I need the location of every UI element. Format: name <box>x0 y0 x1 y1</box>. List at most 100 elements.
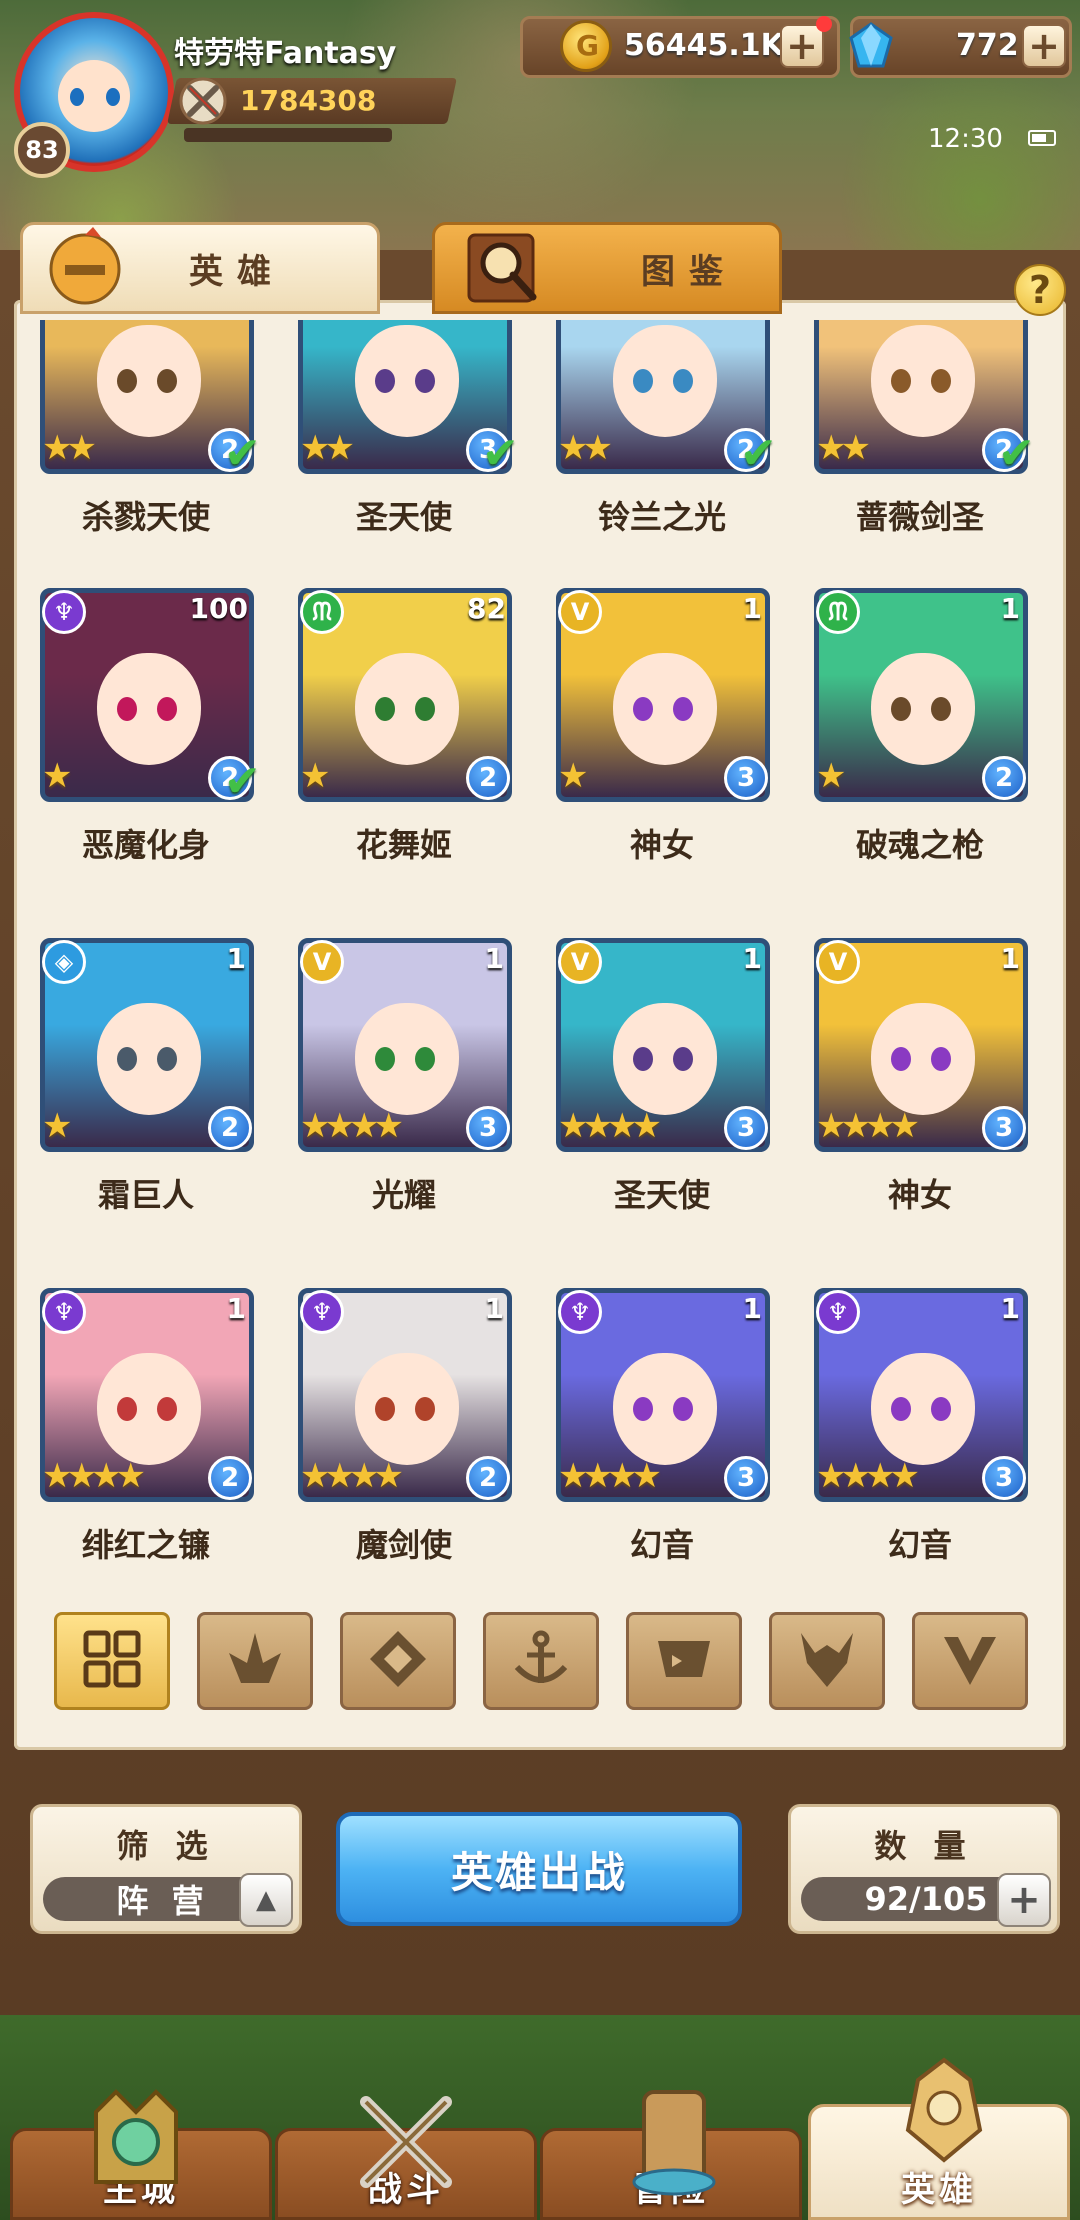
hero-card[interactable]: ♆ 1 ★★★★ 2 魔剑使 <box>288 1288 512 1564</box>
star-rating: ★★ <box>816 428 871 468</box>
hero-name: 圣天使 <box>355 498 452 536</box>
filter-nature[interactable] <box>197 1612 313 1710</box>
power-value: 1784308 <box>240 84 377 117</box>
star-rating: ★★★★ <box>300 1106 404 1146</box>
star-rating: ★ <box>300 756 331 796</box>
star-rating: ★ <box>42 756 73 796</box>
hero-card[interactable]: ★★ 2 ✔ 铃兰之光 <box>546 320 777 536</box>
hero-level: 1 <box>1000 942 1020 975</box>
player-level-badge: 83 <box>14 122 70 178</box>
hero-name: 花舞姬 <box>355 826 452 864</box>
hero-level: 1 <box>226 1292 246 1325</box>
rank-badge: 3 <box>724 1456 768 1500</box>
star-rating: ★★★★ <box>816 1106 920 1146</box>
rank-badge: 3 <box>724 756 768 800</box>
hero-card[interactable]: V 1 ★ 3 神女 <box>546 588 770 864</box>
knight-helmet-icon <box>49 227 121 305</box>
demon-faction-icon: ♆ <box>816 1290 860 1334</box>
rank-badge: 3 <box>982 1456 1026 1500</box>
ice-icon <box>366 1627 430 1695</box>
help-icon[interactable]: ? <box>1014 264 1066 316</box>
anchor-icon <box>509 1627 573 1695</box>
hero-level: 1 <box>484 1292 504 1325</box>
star-rating: ★★ <box>300 428 355 468</box>
checkmark-icon: ✔ <box>224 756 261 807</box>
hero-name: 绯红之镰 <box>81 1526 210 1564</box>
hero-grid: ★★ 2 ✔ 杀戮天使 ★★ 3 ✔ 圣天使 ★★ 2 ✔ 铃兰之光 ★★ 2 … <box>30 320 1070 1580</box>
power-track <box>184 128 392 142</box>
nature-icon <box>223 1627 287 1695</box>
scroll-map-icon <box>632 2090 716 2196</box>
hero-card[interactable]: ★★ 2 ✔ 杀戮天使 <box>30 320 261 536</box>
hero-card[interactable]: ♆ 1 ★★★★ 3 幻音 <box>546 1288 770 1564</box>
hero-level: 1 <box>742 942 762 975</box>
hero-card[interactable]: ♆ 100 ★ 2 ✔ 恶魔化身 <box>30 588 261 864</box>
gem-amount: 772 <box>956 28 1019 63</box>
star-rating: ★ <box>816 756 847 796</box>
hero-card[interactable]: V 1 ★★★★ 3 神女 <box>804 938 1028 1214</box>
expand-capacity-button[interactable]: + <box>997 1873 1051 1927</box>
add-gems-button[interactable]: + <box>1022 24 1066 68</box>
hero-level: 1 <box>226 942 246 975</box>
checkmark-icon: ✔ <box>740 428 777 479</box>
hero-level: 1 <box>1000 1292 1020 1325</box>
hero-card[interactable]: ♆ 1 ★★★★ 3 幻音 <box>804 1288 1028 1564</box>
star-rating: ★ <box>42 1106 73 1146</box>
hero-card[interactable]: V 1 ★★★★ 3 圣天使 <box>546 938 770 1214</box>
deploy-heroes-button[interactable]: 英雄出战 <box>336 1812 742 1926</box>
filter-title: 筛 选 <box>116 1827 216 1865</box>
demon-faction-icon: ♆ <box>42 1290 86 1334</box>
filter-toggle-button[interactable]: ▲ <box>239 1873 293 1927</box>
checkmark-icon: ✔ <box>482 428 519 479</box>
demon-faction-icon: ♆ <box>42 590 86 634</box>
star-rating: ★★★★ <box>300 1456 404 1496</box>
hero-card[interactable]: ᙏ 82 ★ 2 花舞姬 <box>288 588 512 864</box>
tab-codex-label: 图鉴 <box>641 251 737 292</box>
demon-icon <box>795 1627 859 1695</box>
hero-card[interactable]: ♆ 1 ★★★★ 2 绯红之镰 <box>30 1288 254 1564</box>
filter-demon[interactable] <box>769 1612 885 1710</box>
hero-card[interactable]: ★★ 2 ✔ 蔷薇剑圣 <box>804 320 1035 536</box>
filter-ice[interactable] <box>340 1612 456 1710</box>
rank-badge: 2 <box>982 756 1026 800</box>
battery-icon <box>1028 130 1056 146</box>
star-rating: ★★★★ <box>558 1106 662 1146</box>
gold-coin-icon <box>560 20 612 72</box>
tab-heroes[interactable]: 英雄 <box>20 222 380 314</box>
light-icon <box>938 1627 1002 1695</box>
hero-card[interactable]: V 1 ★★★★ 3 光耀 <box>288 938 512 1214</box>
checkmark-icon: ✔ <box>224 428 261 479</box>
hero-card[interactable]: ᙏ 1 ★ 2 破魂之枪 <box>804 588 1028 864</box>
rank-badge: 2 <box>208 1106 252 1150</box>
hero-helmet-nav-icon <box>905 2057 983 2163</box>
gold-amount: 56445.1K <box>624 28 784 63</box>
hero-level: 82 <box>467 592 506 625</box>
light-faction-icon: V <box>300 940 344 984</box>
hero-name: 幻音 <box>887 1526 952 1564</box>
filter-anchor[interactable] <box>483 1612 599 1710</box>
hero-name: 霜巨人 <box>97 1176 194 1214</box>
all-icon <box>80 1627 144 1695</box>
beast-faction-icon: ᙏ <box>300 590 344 634</box>
hero-level: 1 <box>484 942 504 975</box>
hero-card[interactable]: ★★ 3 ✔ 圣天使 <box>288 320 519 536</box>
tab-codex[interactable]: 图鉴 <box>432 222 782 314</box>
star-rating: ★★★★ <box>558 1456 662 1496</box>
hero-name: 幻音 <box>629 1526 694 1564</box>
demon-faction-icon: ♆ <box>558 1290 602 1334</box>
rank-badge: 2 <box>466 756 510 800</box>
add-gold-button[interactable]: + <box>780 24 824 68</box>
hero-name: 铃兰之光 <box>597 498 726 536</box>
rank-badge: 2 <box>466 1456 510 1500</box>
light-faction-icon: V <box>558 590 602 634</box>
tab-heroes-label: 英雄 <box>189 251 285 292</box>
filter-all[interactable] <box>54 1612 170 1710</box>
filter-box: 筛 选 阵 营 ▲ <box>30 1804 302 1934</box>
rank-badge: 2 <box>208 1456 252 1500</box>
filter-beast[interactable] <box>626 1612 742 1710</box>
hero-name: 魔剑使 <box>355 1526 452 1564</box>
filter-light[interactable] <box>912 1612 1028 1710</box>
hero-card[interactable]: ◈ 1 ★ 2 霜巨人 <box>30 938 254 1214</box>
hero-name: 光耀 <box>371 1176 436 1214</box>
checkmark-icon: ✔ <box>998 428 1035 479</box>
